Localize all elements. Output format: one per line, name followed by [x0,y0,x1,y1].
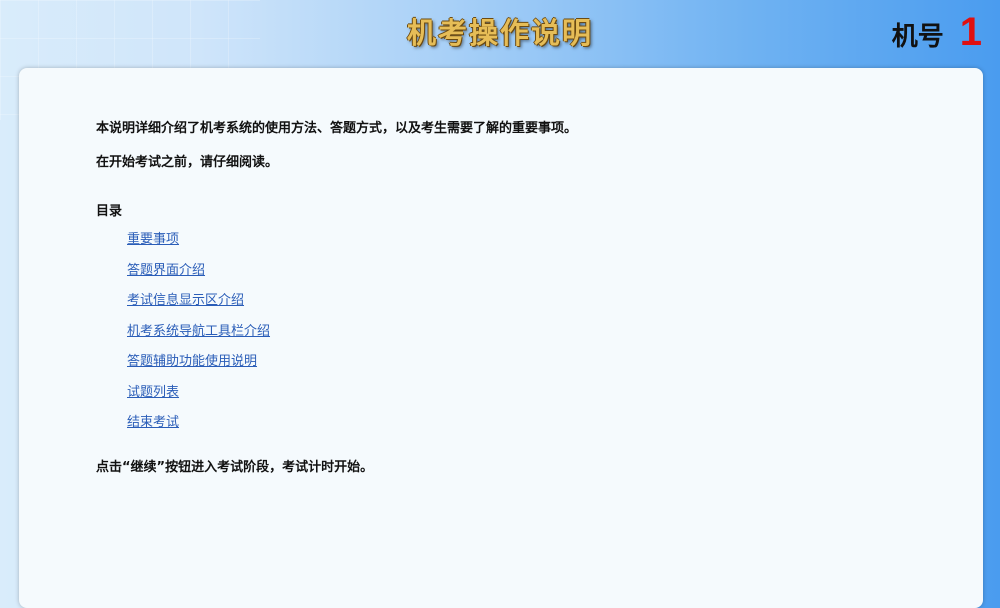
page-title: 机考操作说明 [406,16,593,50]
machine-indicator: 机号 1 [892,10,982,55]
machine-number: 1 [959,10,982,54]
toc-list: 重要事项 答题界面介绍 考试信息显示区介绍 机考系统导航工具栏介绍 答题辅助功能… [96,223,916,437]
instructions-content: 本说明详细介绍了机考系统的使用方法、答题方式，以及考生需要了解的重要事项。 在开… [96,120,916,477]
toc-link-important-notes[interactable]: 重要事项 [127,232,179,247]
toc-link-auxiliary-functions[interactable]: 答题辅助功能使用说明 [127,354,257,369]
toc-item: 机考系统导航工具栏介绍 [127,315,916,346]
toc-item: 答题辅助功能使用说明 [127,345,916,376]
machine-label: 机号 [891,22,944,52]
toc-link-answer-interface[interactable]: 答题界面介绍 [127,263,205,278]
toc-item: 答题界面介绍 [127,254,916,285]
toc-link-question-list[interactable]: 试题列表 [127,385,179,400]
toc-link-navigation-toolbar[interactable]: 机考系统导航工具栏介绍 [127,324,270,339]
toc-item: 考试信息显示区介绍 [127,284,916,315]
continue-instruction: 点击“继续”按钮进入考试阶段，考试计时开始。 [96,459,374,475]
intro-text-2: 在开始考试之前，请仔细阅读。 [96,155,279,170]
toc-link-exam-info-area[interactable]: 考试信息显示区介绍 [127,293,244,308]
toc-item: 结束考试 [127,406,916,437]
toc-link-end-exam[interactable]: 结束考试 [127,415,179,430]
instructions-panel: 本说明详细介绍了机考系统的使用方法、答题方式，以及考生需要了解的重要事项。 在开… [19,68,983,608]
toc-title: 目录 [96,204,123,219]
intro-text-1: 本说明详细介绍了机考系统的使用方法、答题方式，以及考生需要了解的重要事项。 [96,121,578,136]
toc-item: 重要事项 [127,223,916,254]
toc-item: 试题列表 [127,376,916,407]
